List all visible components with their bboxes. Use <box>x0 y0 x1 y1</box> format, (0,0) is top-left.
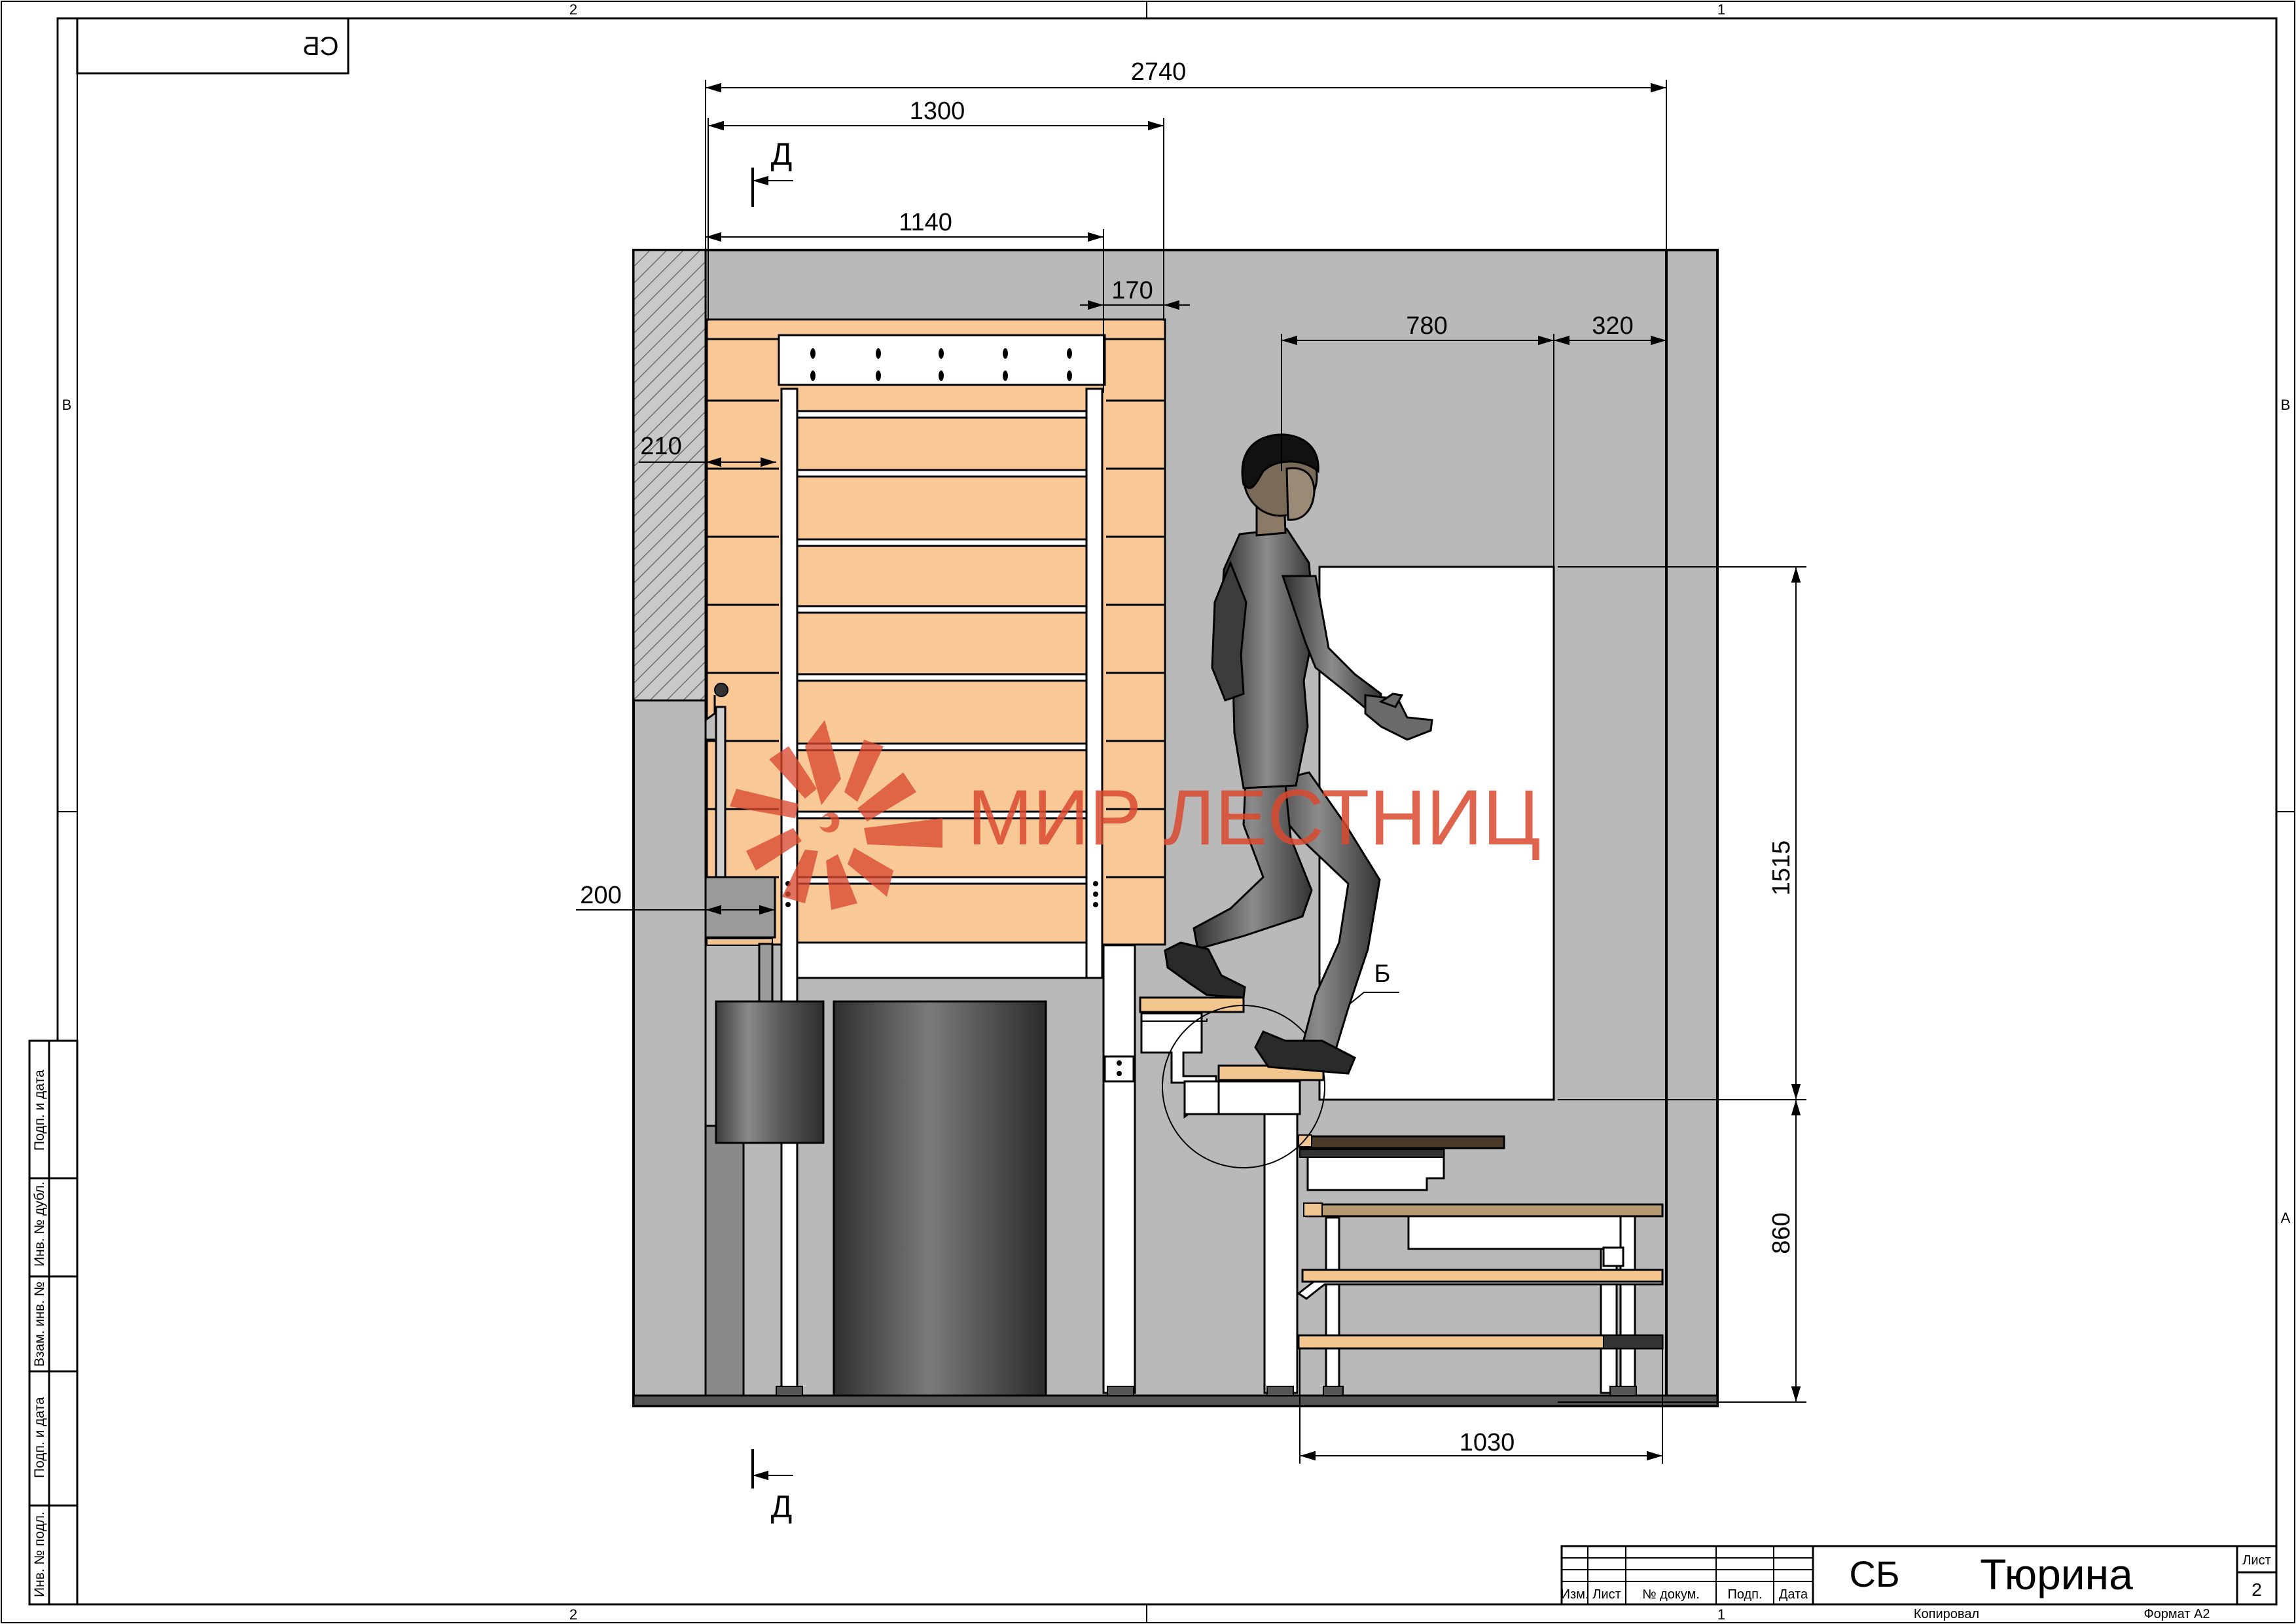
dim-780: 780 <box>1406 312 1447 340</box>
tb-header-doc: № докум. <box>1642 1587 1700 1602</box>
section-label-bottom: Д <box>771 1490 793 1525</box>
tb-name: Тюрина <box>1980 1550 2133 1598</box>
tb-header-sign: Подп. <box>1727 1587 1762 1602</box>
tb-header-sheet: Лист <box>1592 1587 1621 1602</box>
dim-2740: 2740 <box>1131 58 1187 86</box>
stamp-dup-inv: Инв. № дубл. <box>32 1182 47 1267</box>
tb-header-change: Изм. <box>1561 1587 1589 1602</box>
dim-1030: 1030 <box>1460 1429 1515 1456</box>
stair-assembly-drawing: 2 1 2 1 В В А СБ Подп. и дата Инв. № дуб… <box>1 1 2295 1623</box>
watermark-text: МИР ЛЕСТНИЦ <box>967 774 1541 861</box>
zone-bottom-left: 2 <box>569 1606 577 1623</box>
tb-sheet-number: 2 <box>2251 1579 2262 1600</box>
tb-sheet-label: Лист <box>2242 1553 2270 1568</box>
zone-bottom-right: 1 <box>1717 1606 1725 1623</box>
tb-code: СБ <box>1849 1553 1899 1595</box>
zone-left-b: В <box>62 397 72 413</box>
hatched-wall-section <box>632 249 707 702</box>
dim-320: 320 <box>1592 312 1633 340</box>
zone-top-left: 2 <box>569 1 577 18</box>
stamp-repl-inv: Взам. инв. № <box>32 1282 47 1367</box>
dim-210: 210 <box>640 433 681 460</box>
dim-860: 860 <box>1768 1212 1795 1254</box>
zone-top-right: 1 <box>1717 1 1725 18</box>
section-mark-top <box>751 168 793 207</box>
stamp-sign-date-2: Подп. и дата <box>32 1397 47 1478</box>
section-label-top: Д <box>771 137 793 172</box>
floor-strip <box>632 1394 1719 1407</box>
zone-right-a: А <box>2281 1210 2291 1226</box>
detail-b-label: Б <box>1374 960 1391 988</box>
dim-1300: 1300 <box>910 98 965 125</box>
dim-200: 200 <box>580 882 621 909</box>
stamp-orig-inv: Инв. № подл. <box>32 1511 47 1597</box>
tb-header-date: Дата <box>1779 1587 1808 1602</box>
zone-right-b: В <box>2281 397 2291 413</box>
dim-1515: 1515 <box>1768 840 1795 896</box>
dim-1140: 1140 <box>899 209 952 236</box>
section-mark-bottom <box>751 1449 793 1489</box>
mirrored-code-text: СБ <box>302 32 338 61</box>
tb-format: Формат А2 <box>2144 1607 2210 1621</box>
stamp-sign-date-1: Подп. и дата <box>32 1070 47 1151</box>
dim-170: 170 <box>1111 277 1153 304</box>
tb-copied: Копировал <box>1914 1607 1979 1621</box>
